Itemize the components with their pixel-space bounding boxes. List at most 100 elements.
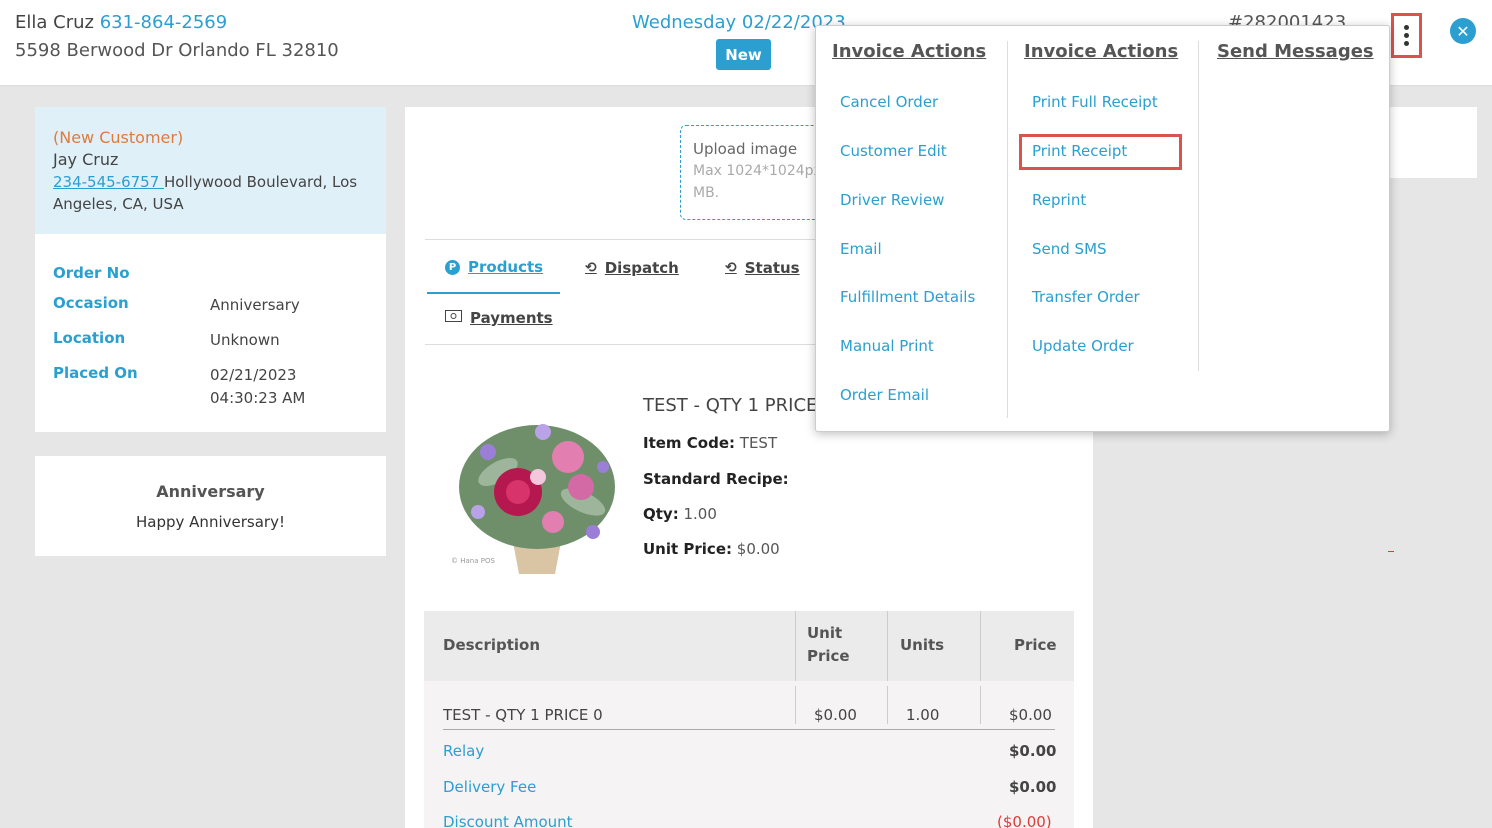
relay-value: $0.00 (1009, 742, 1057, 760)
card-message-text: Happy Anniversary! (136, 513, 285, 531)
row-divider (443, 729, 1055, 730)
menu-divider (1198, 41, 1199, 371)
menu-item-send-sms[interactable]: Send SMS (1032, 240, 1107, 258)
money-icon (445, 310, 462, 326)
kebab-dot (1404, 41, 1409, 46)
placed-on-label: Placed On (53, 364, 138, 382)
unit-price-label: Unit Price: (643, 540, 732, 558)
status-badge[interactable]: New (716, 39, 771, 70)
customer-card: (New Customer) Jay Cruz 234-545-6757 Hol… (35, 107, 386, 432)
item-code-line: Item Code: TEST (643, 434, 777, 452)
new-customer-label: (New Customer) (53, 128, 184, 147)
menu-item-cancel-order[interactable]: Cancel Order (840, 93, 938, 111)
menu-item-driver-review[interactable]: Driver Review (840, 191, 944, 209)
order-no-label: Order No (53, 264, 130, 282)
line-items-table: Description Unit Price Units Price TEST … (424, 611, 1074, 828)
row-description: TEST - QTY 1 PRICE 0 (443, 706, 603, 724)
tab-status-label: Status (744, 259, 800, 277)
customer-name-line: Ella Cruz 631-864-2569 (15, 12, 227, 33)
column-divider (980, 611, 981, 681)
unit-price-line: Unit Price: $0.00 (643, 540, 780, 558)
tab-payments[interactable]: Payments (445, 309, 553, 327)
column-divider (795, 611, 796, 681)
occasion-value: Anniversary (210, 296, 300, 314)
column-divider (980, 686, 981, 724)
menu-item-order-email[interactable]: Order Email (840, 386, 929, 404)
history-icon: ⟲ (725, 260, 737, 276)
col-unit-price: Unit Price (807, 624, 850, 665)
occasion-row: Occasion Anniversary (53, 294, 368, 317)
invoice-actions-heading-2: Invoice Actions (1024, 41, 1179, 62)
discount-label[interactable]: Discount Amount (443, 813, 573, 828)
location-row: Location Unknown (53, 329, 368, 352)
column-divider (887, 686, 888, 724)
item-code-value: TEST (739, 434, 778, 452)
print-receipt-highlight (1019, 134, 1182, 170)
recipient-phone[interactable]: 234-545-6757 (53, 173, 164, 191)
qty-line: Qty: 1.00 (643, 505, 717, 523)
menu-item-reprint[interactable]: Reprint (1032, 191, 1086, 209)
send-messages-heading: Send Messages (1217, 41, 1374, 62)
placed-on-value: 02/21/2023 04:30:23 AM (210, 366, 306, 407)
order-date: Wednesday 02/22/2023 (632, 12, 846, 33)
tab-products[interactable]: P Products (445, 258, 543, 276)
p-circle-icon: P (445, 259, 460, 275)
occasion-label: Occasion (53, 294, 129, 312)
row-units: 1.00 (906, 706, 940, 724)
standard-recipe-line: Standard Recipe: (643, 470, 789, 488)
discount-value: ($0.00) (997, 813, 1052, 828)
order-no-row: Order No (53, 264, 368, 282)
col-description: Description (443, 636, 541, 654)
card-message: Anniversary Happy Anniversary! (35, 456, 386, 556)
unit-price-value: $0.00 (736, 540, 780, 558)
tab-status[interactable]: ⟲ Status (725, 259, 800, 277)
customer-address: 5598 Berwood Dr Orlando FL 32810 (15, 40, 339, 61)
active-tab-indicator (427, 292, 560, 294)
menu-item-transfer-order[interactable]: Transfer Order (1032, 288, 1140, 306)
delivery-fee-label[interactable]: Delivery Fee (443, 778, 536, 796)
invoice-actions-heading-1: Invoice Actions (832, 41, 987, 62)
location-label: Location (53, 329, 126, 347)
red-mark (1388, 551, 1394, 552)
column-divider (887, 611, 888, 681)
product-image: © Hana POS (443, 392, 631, 580)
history-icon: ⟲ (585, 260, 597, 276)
order-info: Order No Occasion Anniversary Location U… (35, 234, 386, 432)
item-code-label: Item Code: (643, 434, 735, 452)
menu-divider (1007, 41, 1008, 418)
actions-dropdown: Invoice Actions Invoice Actions Send Mes… (815, 25, 1390, 432)
card-message-title: Anniversary (156, 482, 265, 501)
customer-phone[interactable]: 631-864-2569 (100, 12, 228, 33)
recipient-name: Jay Cruz (53, 150, 119, 169)
menu-item-customer-edit[interactable]: Customer Edit (840, 142, 947, 160)
standard-recipe-label: Standard Recipe: (643, 470, 789, 488)
row-price: $0.00 (1009, 706, 1052, 724)
tab-dispatch[interactable]: ⟲ Dispatch (585, 259, 679, 277)
delivery-fee-value: $0.00 (1009, 778, 1057, 796)
menu-item-manual-print[interactable]: Manual Print (840, 337, 934, 355)
menu-item-update-order[interactable]: Update Order (1032, 337, 1134, 355)
close-icon[interactable]: ✕ (1450, 18, 1476, 44)
column-divider (795, 686, 796, 724)
customer-name: Ella Cruz (15, 12, 94, 33)
kebab-dot (1404, 25, 1409, 30)
table-header: Description Unit Price Units Price (424, 611, 1074, 681)
image-watermark: © Hana POS (451, 557, 495, 565)
col-units: Units (900, 636, 945, 654)
relay-label[interactable]: Relay (443, 742, 484, 760)
qty-label: Qty: (643, 505, 679, 523)
tab-products-label: Products (468, 258, 544, 276)
kebab-dot (1404, 33, 1409, 38)
placed-on-row: Placed On 02/21/2023 04:30:23 AM (53, 364, 368, 410)
location-value: Unknown (210, 331, 280, 349)
tab-payments-label: Payments (470, 309, 553, 327)
qty-value: 1.00 (683, 505, 717, 523)
col-price: Price (1014, 636, 1057, 654)
product-title: TEST - QTY 1 PRICE 0 (643, 395, 835, 416)
menu-item-print-full-receipt[interactable]: Print Full Receipt (1032, 93, 1158, 111)
more-options-button[interactable] (1391, 13, 1422, 58)
menu-item-fulfillment-details[interactable]: Fulfillment Details (840, 288, 975, 306)
recipient-box: (New Customer) Jay Cruz 234-545-6757 Hol… (35, 107, 386, 234)
recipient-contact: 234-545-6757 Hollywood Boulevard, Los An… (53, 171, 368, 215)
menu-item-email[interactable]: Email (840, 240, 882, 258)
